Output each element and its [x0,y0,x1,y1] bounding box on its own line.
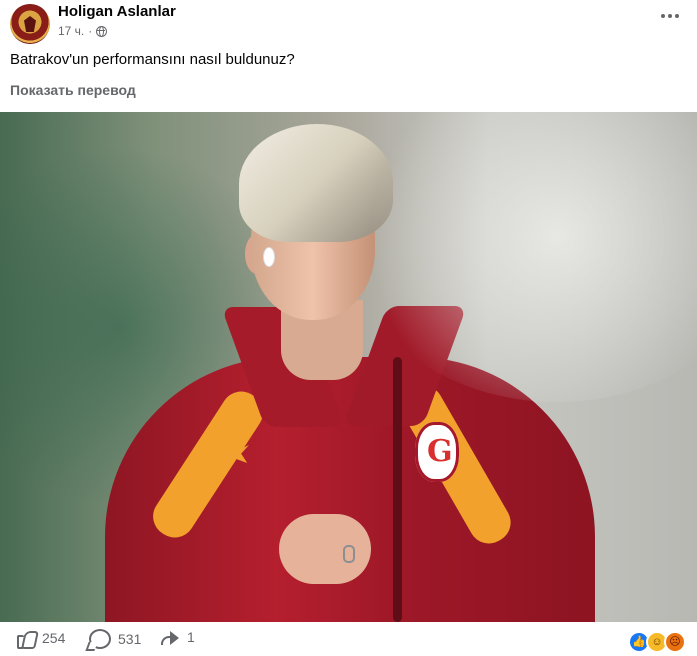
post-caption: Batrakov'un performansını nasıl buldunuz… [10,51,295,68]
player-hand [279,514,371,584]
meta-separator: · [88,24,93,38]
comment-count: 531 [118,631,142,647]
share-button[interactable]: 1 [160,629,195,645]
thumb-up-icon [15,629,35,649]
show-translation-link[interactable]: Показать перевод [10,82,136,98]
comment-icon [89,629,111,649]
share-icon [160,629,180,645]
angry-reaction-icon: ☹ [664,631,686,653]
club-crest-icon [415,422,459,482]
player-photo [105,122,595,622]
earbud-icon [263,247,275,267]
post-photo[interactable] [0,112,697,622]
like-count: 254 [42,630,66,646]
jacket-zip [393,357,402,622]
ring-icon [343,545,355,563]
like-button[interactable]: 254 [15,629,66,649]
globe-icon[interactable] [96,25,108,37]
share-count: 1 [187,629,195,645]
more-icon [668,14,672,18]
player-hair [239,124,393,242]
post-meta: 17 ч. · [58,24,108,38]
post-header: Holigan Aslanlar 17 ч. · [0,0,697,46]
reaction-summary[interactable]: 👍 ☺ ☹ [628,631,686,653]
post-actions: 254 531 1 👍 ☺ ☹ [0,623,697,656]
lion-logo-icon [24,16,36,32]
more-icon [661,14,665,18]
comment-button[interactable]: 531 [89,629,141,649]
more-options-button[interactable] [661,14,679,20]
more-icon [675,14,679,18]
page-name-link[interactable]: Holigan Aslanlar [58,3,176,20]
page-avatar[interactable] [10,4,50,44]
post-time[interactable]: 17 ч. [58,24,84,38]
